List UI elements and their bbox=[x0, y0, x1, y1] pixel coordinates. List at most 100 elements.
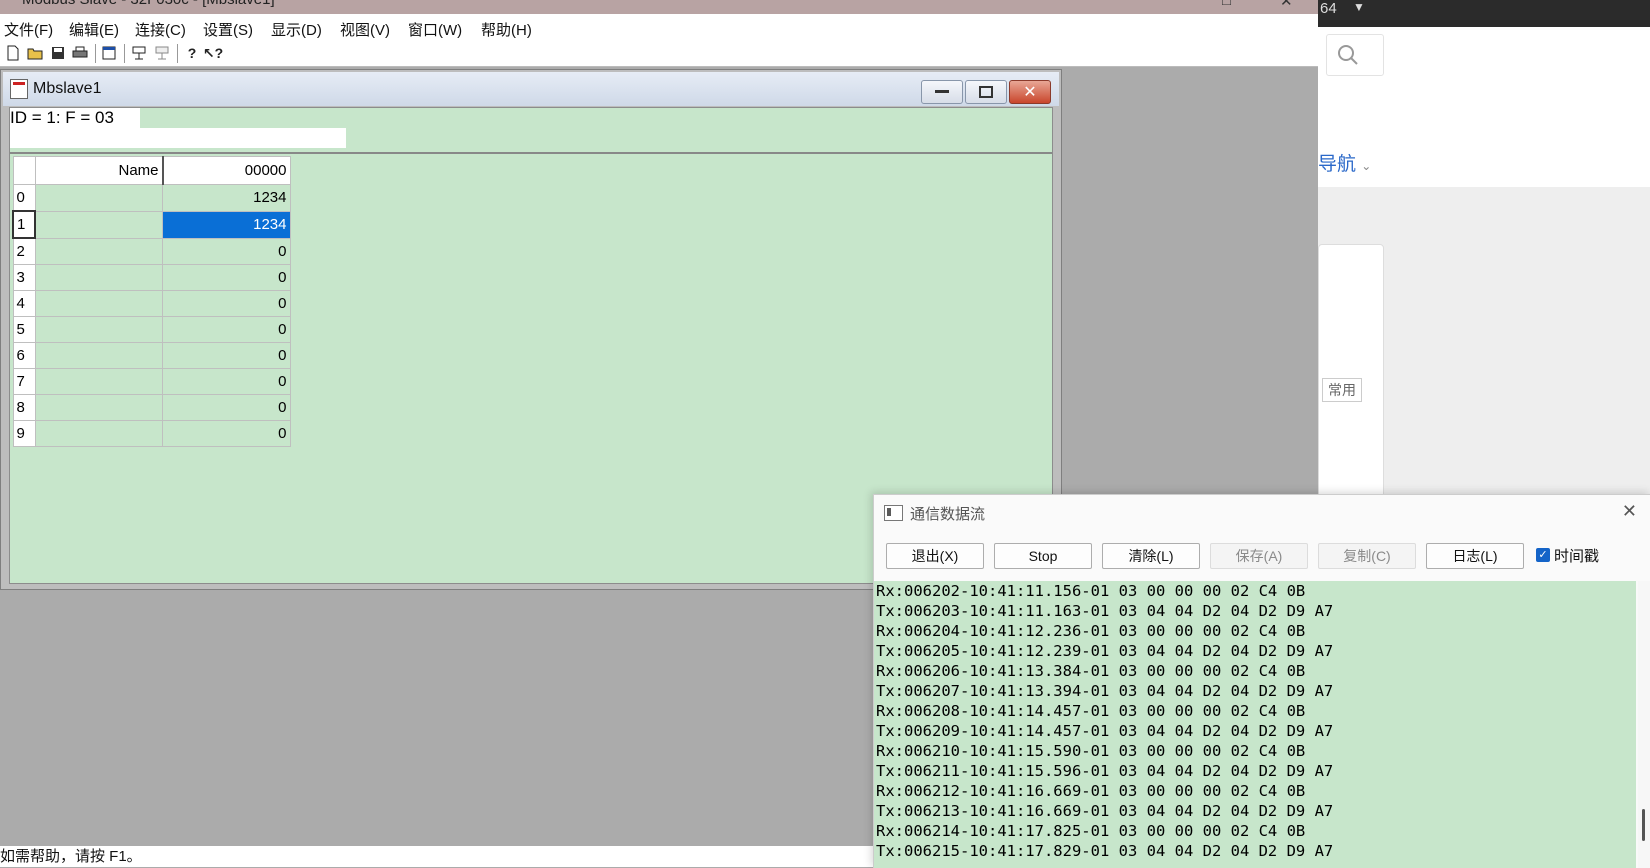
register-table: Name 00000 0 1234 1 1234 20 30 40 50 60 70… bbox=[12, 156, 291, 447]
context-help-icon[interactable]: ↖? bbox=[203, 44, 223, 62]
copy-button[interactable]: 复制(C) bbox=[1318, 543, 1416, 569]
print-icon[interactable] bbox=[71, 44, 89, 62]
scrollbar-thumb[interactable] bbox=[1642, 809, 1645, 841]
table-row[interactable]: 1 1234 bbox=[12, 210, 291, 239]
menu-help[interactable]: 帮助(H) bbox=[481, 19, 532, 40]
slave-status-line2 bbox=[10, 128, 346, 148]
register-name-cell[interactable] bbox=[34, 264, 163, 291]
menu-settings[interactable]: 设置(S) bbox=[203, 19, 253, 40]
register-name-cell[interactable] bbox=[34, 210, 163, 239]
register-name-cell[interactable] bbox=[34, 316, 163, 343]
new-doc-icon[interactable] bbox=[4, 44, 22, 62]
register-name-cell[interactable] bbox=[34, 237, 163, 265]
log-line: Rx:006214-10:41:17.825-01 03 00 00 00 02… bbox=[876, 822, 1306, 840]
toolbar: ? ↖? bbox=[0, 41, 1318, 67]
close-button[interactable]: ✕ bbox=[1009, 80, 1051, 104]
timestamp-label[interactable]: 时间戳 bbox=[1554, 545, 1599, 566]
table-header-row: Name 00000 bbox=[12, 156, 291, 185]
row-header[interactable]: 8 bbox=[12, 394, 36, 421]
help-icon[interactable]: ? bbox=[183, 44, 201, 62]
register-value-cell[interactable]: 0 bbox=[162, 237, 291, 265]
table-row[interactable]: 0 1234 bbox=[12, 184, 291, 212]
row-header[interactable]: 6 bbox=[12, 342, 36, 369]
log-line: Tx:006207-10:41:13.394-01 03 04 04 D2 04… bbox=[876, 682, 1334, 700]
row-header[interactable]: 3 bbox=[12, 264, 36, 291]
register-value-cell[interactable]: 0 bbox=[162, 368, 291, 395]
register-name-cell[interactable] bbox=[34, 368, 163, 395]
nav-link[interactable]: 导航 ⌄ bbox=[1318, 149, 1371, 176]
connect-icon[interactable] bbox=[130, 44, 148, 62]
log-line: Rx:006212-10:41:16.669-01 03 00 00 00 02… bbox=[876, 782, 1306, 800]
close-icon: ✕ bbox=[1023, 84, 1037, 101]
table-row[interactable]: 20 bbox=[12, 237, 291, 265]
column-header-address[interactable]: 00000 bbox=[161, 156, 291, 185]
log-scrollbar[interactable] bbox=[1638, 581, 1650, 868]
register-value-cell[interactable]: 0 bbox=[162, 290, 291, 317]
row-header[interactable]: 0 bbox=[12, 184, 36, 212]
register-name-cell[interactable] bbox=[34, 420, 163, 447]
register-value-cell-selected[interactable]: 1234 bbox=[162, 210, 291, 239]
column-header-name[interactable]: Name bbox=[34, 156, 163, 185]
status-bar: 如需帮助，请按 F1。 bbox=[0, 846, 880, 867]
register-value-cell[interactable]: 0 bbox=[162, 420, 291, 447]
background-window: 64 ▼ 导航 ⌄ 常用 bbox=[1318, 0, 1650, 506]
register-value-cell[interactable]: 0 bbox=[162, 394, 291, 421]
mdi-titlebar[interactable]: Mbslave1 ✕ bbox=[3, 72, 1059, 106]
row-header[interactable]: 4 bbox=[12, 290, 36, 317]
log-line: Tx:006215-10:41:17.829-01 03 04 04 D2 04… bbox=[876, 842, 1334, 860]
menu-view[interactable]: 视图(V) bbox=[340, 19, 390, 40]
log-line: Rx:006208-10:41:14.457-01 03 00 00 00 02… bbox=[876, 702, 1306, 720]
table-row[interactable]: 80 bbox=[12, 394, 291, 421]
timestamp-checkbox[interactable]: ✓ bbox=[1536, 548, 1550, 562]
close-icon[interactable]: ✕ bbox=[1280, 0, 1293, 10]
register-name-cell[interactable] bbox=[34, 290, 163, 317]
close-icon[interactable]: ✕ bbox=[1622, 501, 1637, 522]
menu-file[interactable]: 文件(F) bbox=[4, 19, 53, 40]
chevron-down-icon[interactable]: ▼ bbox=[1353, 0, 1365, 14]
maximize-icon[interactable]: □ bbox=[1222, 0, 1231, 9]
log-line: Tx:006203-10:41:11.163-01 03 04 04 D2 04… bbox=[876, 602, 1334, 620]
corner-cell bbox=[12, 156, 36, 185]
save-icon[interactable] bbox=[49, 44, 67, 62]
row-header[interactable]: 5 bbox=[12, 316, 36, 343]
menubar: 文件(F) 编辑(E) 连接(C) 设置(S) 显示(D) 视图(V) 窗口(W… bbox=[0, 14, 1318, 42]
document-icon bbox=[10, 79, 28, 99]
register-name-cell[interactable] bbox=[34, 394, 163, 421]
table-row[interactable]: 60 bbox=[12, 342, 291, 369]
register-value-cell[interactable]: 1234 bbox=[162, 184, 291, 212]
row-header[interactable]: 2 bbox=[12, 237, 36, 265]
register-name-cell[interactable] bbox=[34, 342, 163, 369]
row-header[interactable]: 1 bbox=[12, 210, 36, 239]
menu-display[interactable]: 显示(D) bbox=[271, 19, 322, 40]
disconnect-icon[interactable] bbox=[153, 44, 171, 62]
table-row[interactable]: 50 bbox=[12, 316, 291, 343]
clear-button[interactable]: 清除(L) bbox=[1102, 543, 1200, 569]
window-icon[interactable] bbox=[100, 44, 118, 62]
save-button[interactable]: 保存(A) bbox=[1210, 543, 1308, 569]
table-row[interactable]: 70 bbox=[12, 368, 291, 395]
traffic-log[interactable]: Rx:006202-10:41:11.156-01 03 00 00 00 02… bbox=[874, 581, 1636, 868]
open-folder-icon[interactable] bbox=[26, 44, 44, 62]
register-name-cell[interactable] bbox=[34, 184, 163, 212]
log-line: Rx:006204-10:41:12.236-01 03 00 00 00 02… bbox=[876, 622, 1306, 640]
table-row[interactable]: 30 bbox=[12, 264, 291, 291]
minimize-button[interactable] bbox=[921, 80, 963, 104]
register-value-cell[interactable]: 0 bbox=[162, 316, 291, 343]
table-row[interactable]: 40 bbox=[12, 290, 291, 317]
restore-button[interactable] bbox=[965, 80, 1007, 104]
search-box[interactable] bbox=[1326, 34, 1384, 76]
register-value-cell[interactable]: 0 bbox=[162, 264, 291, 291]
menu-window[interactable]: 窗口(W) bbox=[408, 19, 462, 40]
menu-connect[interactable]: 连接(C) bbox=[135, 19, 186, 40]
stop-button[interactable]: Stop bbox=[994, 543, 1092, 569]
toolbar-separator bbox=[124, 44, 125, 63]
row-header[interactable]: 7 bbox=[12, 368, 36, 395]
chip-common[interactable]: 常用 bbox=[1322, 378, 1362, 402]
exit-button[interactable]: 退出(X) bbox=[886, 543, 984, 569]
row-header[interactable]: 9 bbox=[12, 420, 36, 447]
register-value-cell[interactable]: 0 bbox=[162, 342, 291, 369]
table-row[interactable]: 90 bbox=[12, 420, 291, 447]
log-line: Tx:006213-10:41:16.669-01 03 04 04 D2 04… bbox=[876, 802, 1334, 820]
log-button[interactable]: 日志(L) bbox=[1426, 543, 1524, 569]
menu-edit[interactable]: 编辑(E) bbox=[69, 19, 119, 40]
